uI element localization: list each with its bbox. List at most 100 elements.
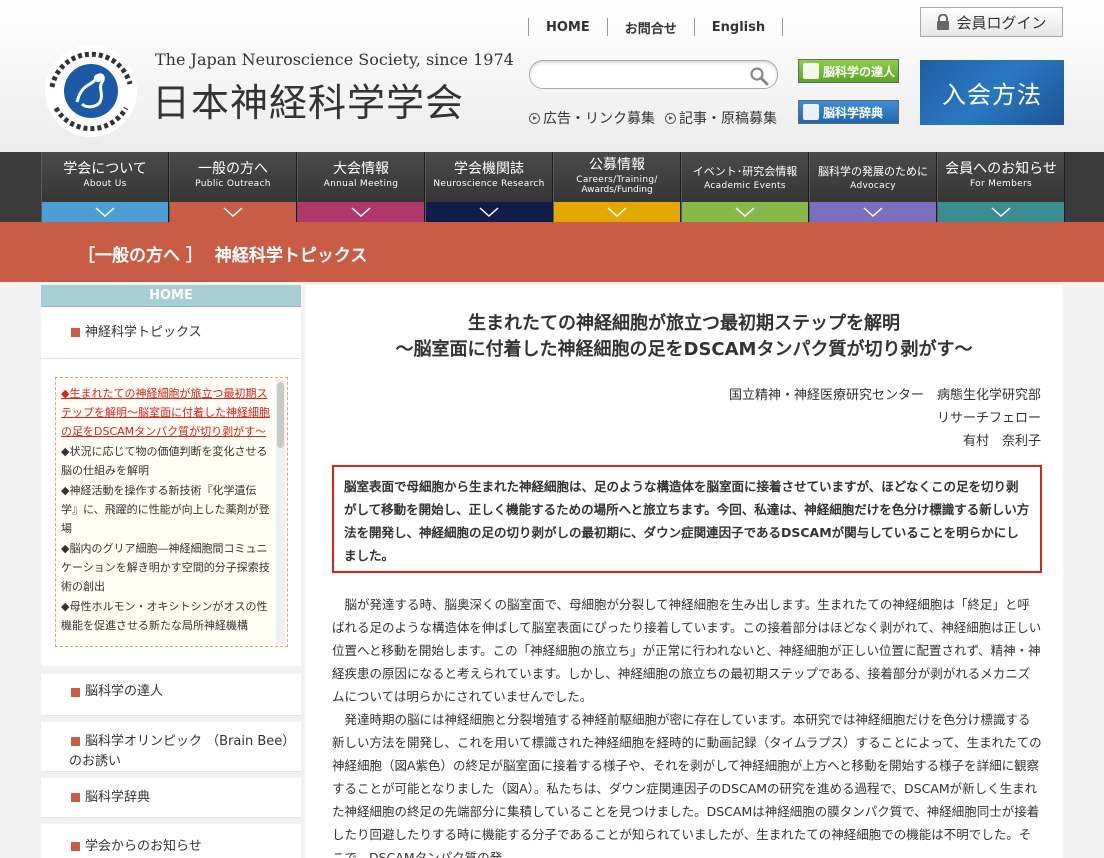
sidebar-item-label: 神経科学トピックス [85, 325, 202, 340]
nav-item-label: 学会機関誌 [454, 161, 524, 177]
lock-icon [937, 14, 950, 30]
chevron-down-icon [863, 207, 883, 218]
chevron-down-icon [351, 207, 371, 218]
search-icon[interactable] [749, 66, 769, 86]
sidebar-home[interactable]: HOME [41, 285, 301, 307]
breadcrumb-page: 神経科学トピックス [214, 246, 368, 266]
topics-list-box[interactable]: ◆生まれたての神経細胞が旅立つ最初期ステップを解明〜脳室面に付着した神経細胞の足… [55, 377, 288, 647]
nav-item-label: 公募情報 [589, 157, 645, 173]
nav-item-5[interactable]: イベント･研究会情報 Academic Events [681, 152, 809, 222]
nav-item-label: 一般の方へ [198, 161, 268, 177]
top-navigation: HOME お問合せ English [528, 14, 784, 40]
search-input[interactable] [542, 66, 742, 84]
chevron-down-icon [479, 207, 499, 218]
nav-item-3[interactable]: 学会機関誌 Neuroscience Research [425, 152, 553, 222]
nav-item-label: 会員へのお知らせ [945, 161, 1057, 177]
topic-link[interactable]: ◆生まれたての神経細胞が旅立つ最初期ステップを解明〜脳室面に付着した神経細胞の足… [61, 384, 271, 441]
article-title: 生まれたての神経細胞が旅立つ最初期ステップを解明 〜脳室面に付着した神経細胞の足… [305, 311, 1063, 363]
english-link[interactable]: English [695, 20, 782, 35]
sidebar-item-label: 脳科学辞典 [85, 790, 151, 805]
nav-item-label: 脳科学の発展のために [818, 165, 928, 178]
chevron-down-icon [607, 207, 627, 218]
circle-arrow-icon [529, 112, 540, 124]
bullet-icon [71, 688, 80, 697]
search-box [529, 60, 778, 89]
article-recruit-item[interactable]: 記事・原稿募集 [665, 108, 777, 128]
member-login-button[interactable]: 会員ログイン [920, 7, 1063, 37]
nav-item-sublabel: Awards/Funding [581, 185, 653, 195]
article-paragraph: 発達時期の脳には神経細胞と分裂増殖する神経前駆細胞が密に存在しています。本研究で… [332, 712, 1042, 858]
contact-link[interactable]: お問合せ [608, 18, 694, 37]
nav-color-bar [938, 202, 1064, 222]
nav-item-4[interactable]: 公募情報 Careers/Training/Awards/Funding [553, 152, 681, 222]
article-paragraph: 脳が発達する時、脳奥深くの脳室面で、母細胞が分裂して神経細胞を生み出します。生ま… [332, 597, 1042, 704]
breadcrumb-band: ［一般の方へ ］ 神経科学トピックス [0, 222, 1104, 282]
nav-item-sublabel: Neuroscience Research [433, 179, 545, 189]
nav-item-sublabel: For Members [970, 179, 1032, 189]
nav-color-bar [682, 202, 808, 222]
nav-item-2[interactable]: 大会情報 Annual Meeting [297, 152, 425, 222]
brain-dictionary-label: 脳科学辞典 [823, 105, 884, 120]
sidebar-item-label: 脳科学オリンピック （Brain Bee）のお誘い [69, 734, 296, 769]
nav-item-6[interactable]: 脳科学の発展のために Advocacy [809, 152, 937, 222]
article-title-line1: 生まれたての神経細胞が旅立つ最初期ステップを解明 [468, 313, 900, 334]
bullet-icon [71, 328, 80, 337]
article-title-line2: 〜脳室面に付着した神経細胞の足をDSCAMタンパク質が切り剥がす〜 [395, 339, 973, 360]
society-english-name: The Japan Neuroscience Society, since 19… [155, 50, 514, 69]
nav-item-sublabel: Public Outreach [195, 179, 271, 189]
book-icon [803, 63, 819, 79]
nav-item-0[interactable]: 学会について About Us [41, 152, 169, 222]
article-recruit-label: 記事・原稿募集 [679, 111, 777, 127]
sidebar-item-dictionary[interactable]: 脳科学辞典 [41, 778, 301, 818]
sidebar-item-news[interactable]: 学会からのお知らせ [41, 824, 301, 858]
brain-expert-button[interactable]: 脳科学の達人 [798, 59, 899, 83]
author-name: 有村 奈利子 [962, 434, 1041, 449]
nav-color-bar [298, 202, 424, 222]
brain-expert-label: 脳科学の達人 [823, 64, 896, 79]
sidebar: HOME 神経科学トピックス ◆生まれたての神経細胞が旅立つ最初期ステップを解明… [41, 285, 301, 858]
society-logo[interactable] [42, 42, 140, 140]
nav-item-sublabel: Careers/Training/ [576, 175, 658, 185]
nav-item-sublabel: Advocacy [850, 181, 896, 191]
member-login-label: 会員ログイン [956, 13, 1047, 32]
topic-link[interactable]: ◆脳内のグリア細胞―神経細胞間コミュニケーションを解き明かす空間的分子探索技術の… [61, 539, 271, 596]
author-affiliation: 国立精神・神経医療研究センター 病態生化学研究部 [728, 388, 1041, 403]
breadcrumb-section[interactable]: ［一般の方へ ］ [78, 246, 203, 266]
nav-item-label: 学会について [63, 161, 147, 177]
site-header: The Japan Neuroscience Society, since 19… [0, 0, 1104, 152]
nav-color-bar [810, 202, 936, 222]
nav-item-7[interactable]: 会員へのお知らせ For Members [937, 152, 1065, 222]
nav-item-1[interactable]: 一般の方へ Public Outreach [169, 152, 297, 222]
scrollbar-track[interactable] [276, 380, 285, 644]
ad-link-item[interactable]: 広告・リンク募集 [529, 108, 655, 128]
divider [782, 18, 784, 36]
scrollbar-thumb[interactable] [277, 382, 284, 448]
brain-dictionary-button[interactable]: 脳科学辞典 [798, 100, 899, 124]
article-body: 脳が発達する時、脳奥深くの脳室面で、母細胞が分裂して神経細胞を生み出します。生ま… [332, 593, 1042, 858]
nav-color-bar [554, 202, 680, 222]
circle-arrow-icon [665, 112, 676, 124]
nav-item-sublabel: Annual Meeting [323, 179, 399, 189]
article-content: 生まれたての神経細胞が旅立つ最初期ステップを解明 〜脳室面に付着した神経細胞の足… [305, 285, 1063, 858]
nav-color-bar [426, 202, 552, 222]
topics-list: ◆生まれたての神経細胞が旅立つ最初期ステップを解明〜脳室面に付着した神経細胞の足… [56, 378, 287, 635]
chevron-down-icon [735, 207, 755, 218]
bullet-icon [71, 842, 80, 851]
author-info: 国立精神・神経医療研究センター 病態生化学研究部 リサーチフェロー 有村 奈利子 [729, 384, 1041, 453]
sidebar-item-brain-bee[interactable]: 脳科学オリンピック （Brain Bee）のお誘い [41, 722, 301, 772]
nav-color-bar [42, 202, 168, 222]
home-link[interactable]: HOME [529, 20, 607, 35]
breadcrumb: ［一般の方へ ］ 神経科学トピックス [78, 241, 367, 266]
nav-color-bar [170, 202, 296, 222]
chevron-down-icon [223, 207, 243, 218]
sidebar-bottom-list: 脳科学の達人 脳科学オリンピック （Brain Bee）のお誘い 脳科学辞典 学… [41, 674, 301, 858]
topic-link[interactable]: ◆状況に応じて物の価値判断を変化させる脳の仕組みを解明 [61, 442, 271, 480]
topic-link[interactable]: ◆母性ホルモン・オキシトシンがオスの性機能を促進させる新たな局所神経機構 [61, 597, 271, 635]
chevron-down-icon [95, 207, 115, 218]
topic-link[interactable]: ◆神経活動を操作する新技術『化学遺伝学』に、飛躍的に性能が向上した薬剤が登場 [61, 481, 271, 538]
ad-link-label: 広告・リンク募集 [543, 111, 655, 127]
join-button[interactable]: 入会方法 [920, 60, 1064, 125]
sidebar-item-brain-expert[interactable]: 脳科学の達人 [41, 674, 301, 716]
sidebar-item-topics[interactable]: 神経科学トピックス [41, 307, 301, 359]
society-japanese-name[interactable]: 日本神経科学学会 [152, 72, 464, 127]
